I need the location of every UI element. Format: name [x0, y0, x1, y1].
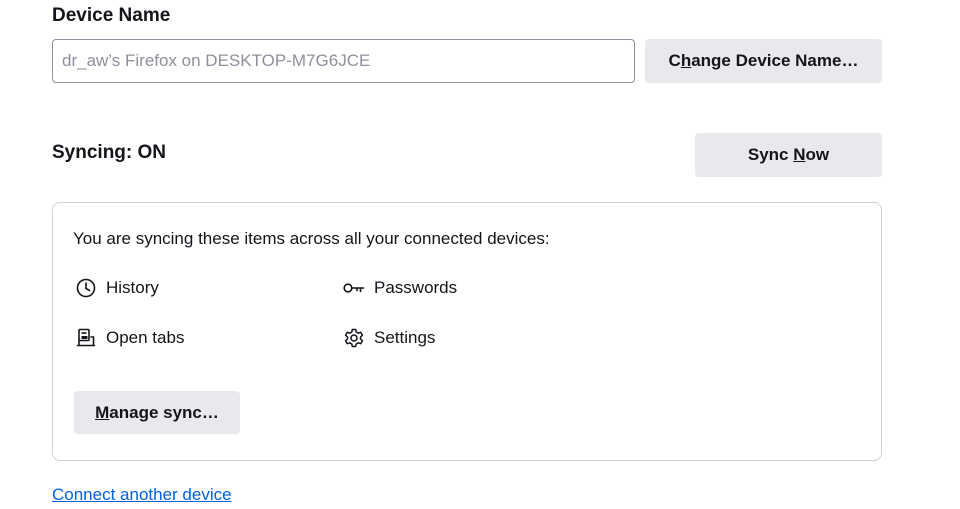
key-icon	[343, 277, 365, 299]
tabs-device-icon	[75, 327, 97, 349]
sync-item-open-tabs: Open tabs	[75, 327, 184, 349]
sync-item-passwords: Passwords	[343, 277, 457, 299]
gear-icon	[343, 327, 365, 349]
sync-item-settings: Settings	[343, 327, 435, 349]
sync-now-label-post: ow	[805, 145, 830, 164]
synced-items-box: You are syncing these items across all y…	[52, 202, 882, 461]
sync-item-history: History	[75, 277, 159, 299]
change-device-name-label-pre: C	[668, 51, 681, 70]
manage-sync-label-post: anage sync…	[109, 402, 219, 422]
device-name-heading: Device Name	[52, 5, 171, 26]
device-name-input[interactable]	[52, 39, 635, 83]
sync-item-passwords-label: Passwords	[374, 278, 458, 297]
sync-item-open-tabs-label: Open tabs	[106, 328, 185, 347]
sync-now-accesskey: N	[793, 145, 806, 164]
change-device-name-label-post: ange Device Name…	[691, 51, 859, 70]
manage-sync-accesskey: M	[95, 402, 110, 422]
sync-status-heading: Syncing: ON	[52, 142, 167, 163]
sync-item-history-label: History	[106, 278, 159, 297]
synced-items-description: You are syncing these items across all y…	[73, 229, 550, 248]
clock-icon	[75, 277, 97, 299]
sync-item-settings-label: Settings	[374, 328, 436, 347]
sync-now-button[interactable]: Sync Now	[695, 133, 882, 177]
change-device-name-button[interactable]: Ch ange Device Name…	[645, 39, 882, 83]
sync-now-label-pre: Sync	[747, 145, 794, 164]
connect-another-device-link[interactable]: Connect another device	[52, 485, 232, 505]
manage-sync-button[interactable]: Manage sync…	[74, 391, 240, 434]
change-device-name-accesskey: h	[680, 51, 692, 70]
sync-preferences-panel: Device Name Change Device Name… Syncing:…	[0, 0, 960, 509]
